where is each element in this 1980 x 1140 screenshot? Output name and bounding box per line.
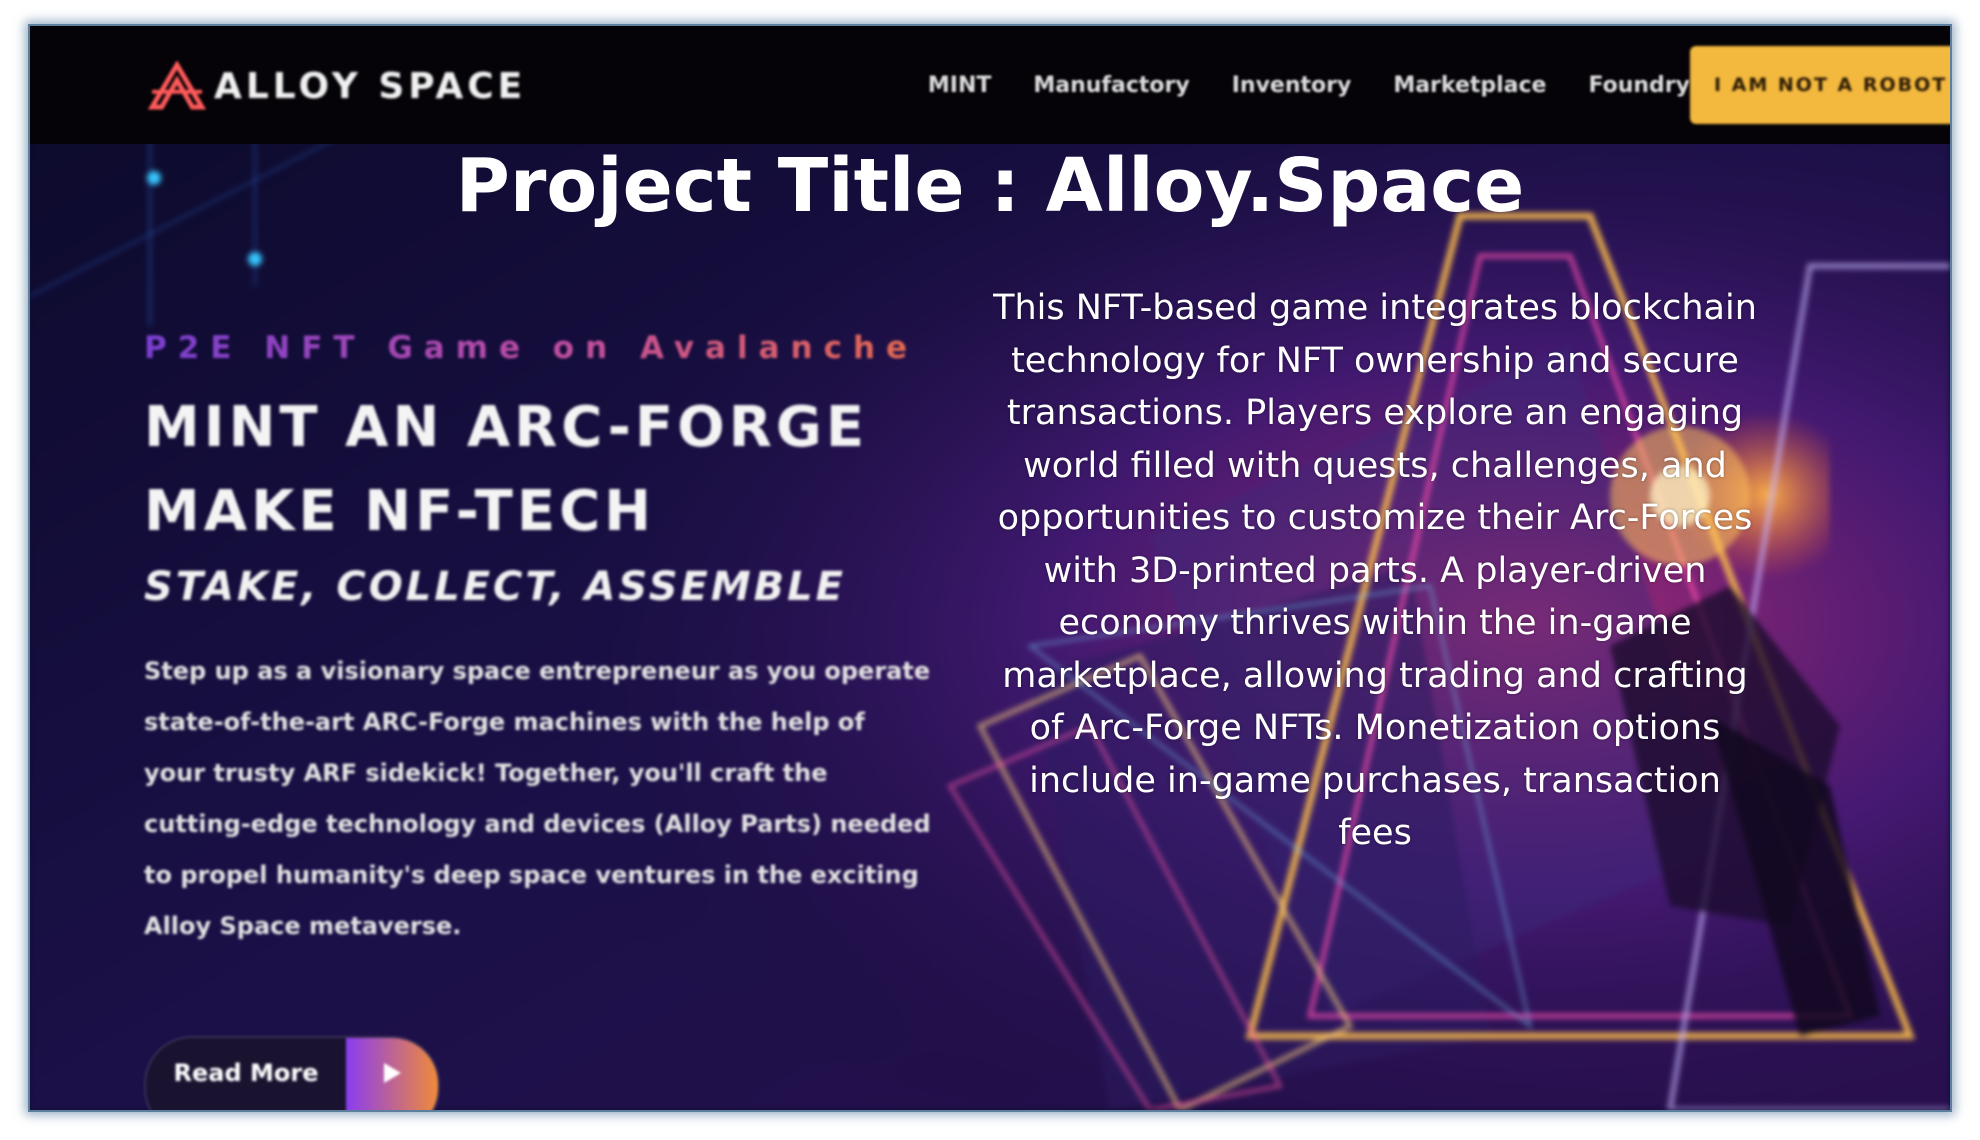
top-navigation-bar: ALLOY SPACE MINT Manufactory Inventory M… xyxy=(30,26,1950,144)
hero-headline-line-2: MAKE NF-TECH xyxy=(144,479,656,544)
project-title-overlay: Project Title : Alloy.Space xyxy=(455,143,1525,229)
not-a-robot-button[interactable]: I AM NOT A ROBOT xyxy=(1690,46,1950,124)
logo-text: ALLOY SPACE xyxy=(214,65,527,107)
read-more-label: Read More xyxy=(146,1038,346,1110)
hero-subheadline: STAKE, COLLECT, ASSEMBLE xyxy=(144,564,846,610)
nav-item-inventory[interactable]: Inventory xyxy=(1232,73,1352,98)
hero-content: P2E NFT Game on Avalanche MINT AN ARC-FO… xyxy=(144,316,934,952)
hero-headline: MINT AN ARC-FORGE MAKE NF-TECH xyxy=(144,386,934,554)
site-logo[interactable]: ALLOY SPACE xyxy=(148,46,526,126)
nav-item-manufactory[interactable]: Manufactory xyxy=(1033,73,1189,98)
nav-item-mint[interactable]: MINT xyxy=(928,73,992,98)
nav-item-marketplace[interactable]: Marketplace xyxy=(1393,73,1546,98)
screenshot-frame: ALLOY SPACE MINT Manufactory Inventory M… xyxy=(28,24,1952,1112)
alloy-space-logo-icon xyxy=(148,61,206,110)
read-more-button[interactable]: Read More xyxy=(144,1036,440,1110)
project-description-overlay: This NFT-based game integrates blockchai… xyxy=(993,288,1757,853)
main-nav: MINT Manufactory Inventory Marketplace F… xyxy=(886,26,1690,144)
nav-item-foundry[interactable]: Foundry xyxy=(1588,73,1690,98)
hero-tagline: P2E NFT Game on Avalanche xyxy=(144,330,934,366)
play-arrow-icon xyxy=(346,1038,438,1110)
hero-headline-line-1: MINT AN ARC-FORGE xyxy=(144,395,869,460)
hero-body-text: Step up as a visionary space entrepreneu… xyxy=(144,657,931,940)
